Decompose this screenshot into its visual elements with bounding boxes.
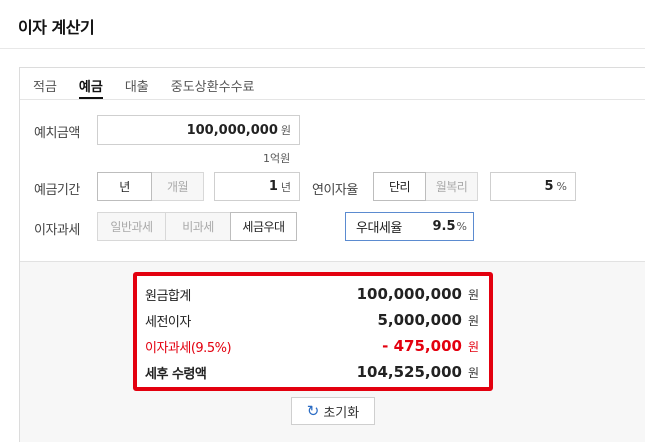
- preferential-rate-input[interactable]: 우대세율 9.5 %: [345, 212, 474, 241]
- deposit-label: 예치금액: [34, 126, 80, 141]
- period-unit-toggle: 년 개월: [97, 172, 204, 201]
- period-option-month[interactable]: 개월: [151, 172, 204, 201]
- principal-unit: 원: [467, 287, 479, 302]
- tax-option-general[interactable]: 일반과세: [97, 212, 166, 241]
- tab-bar: 적금 예금 대출 중도상환수수료: [33, 76, 277, 99]
- tab-prepayment-fee[interactable]: 중도상환수수료: [171, 76, 255, 95]
- net-amount-unit: 원: [467, 365, 479, 380]
- tax-deduction-label: 이자과세(9.5%): [145, 340, 232, 356]
- refresh-icon: ↻: [306, 402, 320, 420]
- rate-unit: %: [556, 180, 567, 193]
- tax-option-preferential[interactable]: 세금우대: [230, 212, 297, 241]
- net-amount-label: 세후 수령액: [145, 366, 207, 382]
- deposit-amount-value: 100,000,000: [186, 122, 278, 138]
- tab-loan[interactable]: 대출: [125, 76, 149, 95]
- interest-label: 세전이자: [145, 314, 191, 330]
- period-option-year[interactable]: 년: [97, 172, 152, 201]
- result-row-principal: 원금합계 100,000,000 원: [145, 284, 479, 304]
- principal-label: 원금합계: [145, 288, 191, 304]
- rate-option-monthly-compound[interactable]: 월복리: [425, 172, 478, 201]
- rate-input[interactable]: 5 %: [490, 172, 576, 201]
- rate-label: 연이자율: [312, 183, 358, 198]
- principal-value: 100,000,000: [356, 285, 462, 303]
- tax-label: 이자과세: [34, 223, 80, 238]
- reset-button-label: 초기화: [323, 405, 360, 421]
- preferential-rate-label: 우대세율: [356, 221, 402, 236]
- interest-value: 5,000,000: [377, 311, 462, 329]
- period-label: 예금기간: [34, 183, 80, 198]
- result-row-net: 세후 수령액 104,525,000 원: [145, 362, 479, 382]
- rate-type-toggle: 단리 월복리: [373, 172, 478, 201]
- result-box: 원금합계 100,000,000 원 세전이자 5,000,000 원 이자과세…: [133, 272, 493, 391]
- rate-option-simple[interactable]: 단리: [373, 172, 426, 201]
- page-title: 이자 계산기: [18, 18, 95, 37]
- period-value: 1: [268, 179, 278, 194]
- tax-option-exempt[interactable]: 비과세: [165, 212, 231, 241]
- interest-unit: 원: [467, 313, 479, 328]
- result-row-interest: 세전이자 5,000,000 원: [145, 310, 479, 330]
- tax-deduction-unit: 원: [467, 339, 479, 354]
- reset-button[interactable]: ↻ 초기화: [291, 397, 375, 425]
- rate-value: 5: [544, 179, 554, 194]
- period-input[interactable]: 1 년: [214, 172, 300, 201]
- preferential-rate-unit: %: [456, 220, 467, 233]
- tab-deposit[interactable]: 예금: [78, 76, 103, 99]
- result-row-tax: 이자과세(9.5%) - 475,000 원: [145, 336, 479, 356]
- tab-divider: [20, 99, 645, 100]
- period-unit: 년: [280, 180, 291, 194]
- tax-deduction-value: - 475,000: [382, 337, 462, 355]
- tax-type-toggle: 일반과세 비과세 세금우대: [97, 212, 297, 241]
- deposit-amount-input[interactable]: 100,000,000 원: [97, 115, 300, 145]
- preferential-rate-value: 9.5: [432, 219, 456, 234]
- tab-savings[interactable]: 적금: [33, 76, 57, 95]
- deposit-amount-unit: 원: [280, 124, 291, 137]
- net-amount-value: 104,525,000: [356, 363, 462, 381]
- title-divider: [0, 48, 645, 49]
- deposit-amount-hint: 1억원: [263, 152, 291, 165]
